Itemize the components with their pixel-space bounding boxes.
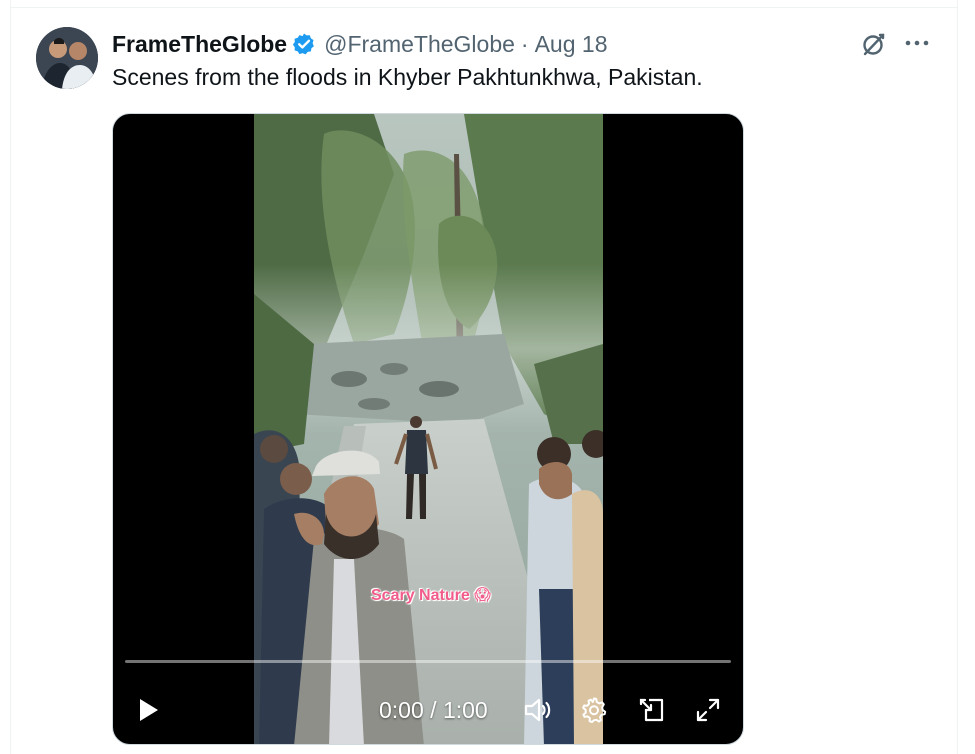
play-button[interactable] (131, 695, 165, 729)
verified-badge-icon (292, 32, 316, 56)
author-avatar[interactable] (36, 27, 98, 89)
more-options-icon[interactable] (903, 31, 931, 55)
fullscreen-icon (694, 696, 722, 729)
video-player[interactable]: Scary Nature 😱 0:00 / 1:00 (112, 113, 744, 745)
volume-icon (523, 696, 553, 729)
video-time-separator: / (423, 697, 443, 723)
tweet-header: FrameTheGlobe @FrameTheGlobe · Aug 18 (112, 30, 608, 58)
video-duration: 1:00 (442, 697, 488, 723)
author-handle[interactable]: @FrameTheGlobe (324, 31, 515, 58)
header-separator: · (520, 30, 529, 57)
grok-icon[interactable] (860, 30, 888, 58)
volume-button[interactable] (521, 695, 555, 729)
video-controls: 0:00 / 1:00 (113, 689, 743, 733)
video-frame[interactable] (254, 114, 603, 744)
timeline-column-border-right (957, 0, 958, 754)
picture-in-picture-icon (638, 696, 666, 729)
picture-in-picture-button[interactable] (635, 695, 669, 729)
video-overlay-caption: Scary Nature 😱 (371, 587, 491, 604)
timeline-column-border-left (10, 0, 11, 754)
tweet-divider (10, 7, 958, 8)
settings-gear-icon (580, 696, 608, 729)
play-icon (135, 696, 161, 729)
tweet-text: Scenes from the floods in Khyber Pakhtun… (112, 64, 703, 90)
video-progress-bar[interactable] (125, 660, 731, 663)
tweet-timestamp[interactable]: Aug 18 (535, 31, 608, 58)
settings-button[interactable] (577, 695, 611, 729)
video-current-time: 0:00 (379, 697, 424, 723)
video-time: 0:00 / 1:00 (379, 697, 488, 724)
fullscreen-button[interactable] (691, 695, 725, 729)
author-display-name[interactable]: FrameTheGlobe (112, 31, 287, 58)
